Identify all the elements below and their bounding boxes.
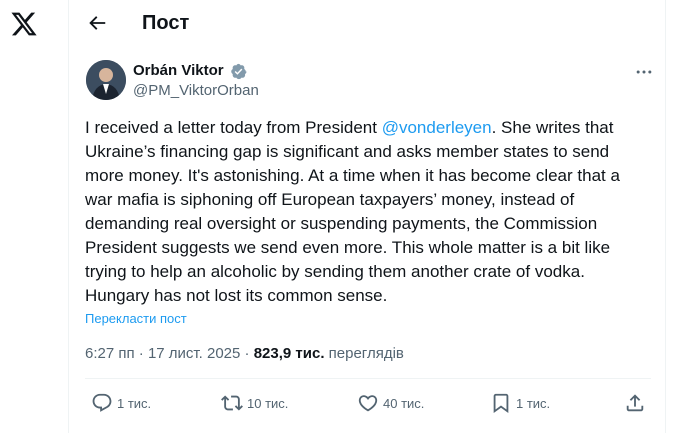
post-date[interactable]: 17 лист. 2025 <box>148 345 240 362</box>
bookmark-icon <box>493 393 509 414</box>
views-count: 823,9 тис. <box>253 345 325 362</box>
left-nav <box>0 0 68 433</box>
repost-icon <box>221 395 243 411</box>
post-time[interactable]: 6:27 пп <box>85 345 135 362</box>
x-logo-icon[interactable] <box>10 10 38 38</box>
share-icon <box>626 394 644 412</box>
meta-separator-2: · <box>240 345 254 362</box>
reply-icon <box>92 393 112 412</box>
like-icon <box>358 395 378 412</box>
post-text: I received a letter today from President… <box>85 116 651 308</box>
reply-count: 1 тис. <box>117 395 152 411</box>
verified-badge-icon[interactable] <box>230 63 247 80</box>
post-text-part-2: . She writes that Ukraine’s financing ga… <box>85 118 620 305</box>
views-label: переглядів <box>328 345 404 362</box>
translate-post-link[interactable]: Перекласти пост <box>85 311 187 326</box>
page-title: Пост <box>142 12 190 34</box>
post-text-part-1: I received a letter today from President <box>85 118 382 137</box>
mention-link[interactable]: @vonderleyen <box>382 118 492 137</box>
avatar[interactable] <box>86 60 126 100</box>
author-handle[interactable]: @PM_ViktorOrban <box>133 82 259 100</box>
meta-separator: · <box>134 345 148 362</box>
avatar-image <box>86 60 126 100</box>
page-header: Пост <box>69 0 665 50</box>
author-name[interactable]: Orbán Viktor <box>133 62 224 80</box>
bookmark-button[interactable]: 1 тис. <box>490 391 550 415</box>
share-button[interactable] <box>624 391 646 415</box>
post-meta: 6:27 пп · 17 лист. 2025 · 823,9 тис. пер… <box>85 345 404 363</box>
like-count: 40 тис. <box>383 395 425 411</box>
repost-count: 10 тис. <box>247 395 289 411</box>
like-button[interactable]: 40 тис. <box>357 391 424 415</box>
bookmark-count: 1 тис. <box>516 395 551 411</box>
action-bar: 1 тис. 10 тис. 40 тис. 1 тис. <box>69 379 665 429</box>
more-icon[interactable] <box>634 62 654 82</box>
post-detail: Пост Orbán Viktor @PM_ViktorOrban I rece… <box>68 0 666 433</box>
reply-button[interactable]: 1 тис. <box>91 391 151 415</box>
back-arrow-icon[interactable] <box>86 12 108 34</box>
repost-button[interactable]: 10 тис. <box>221 391 288 415</box>
